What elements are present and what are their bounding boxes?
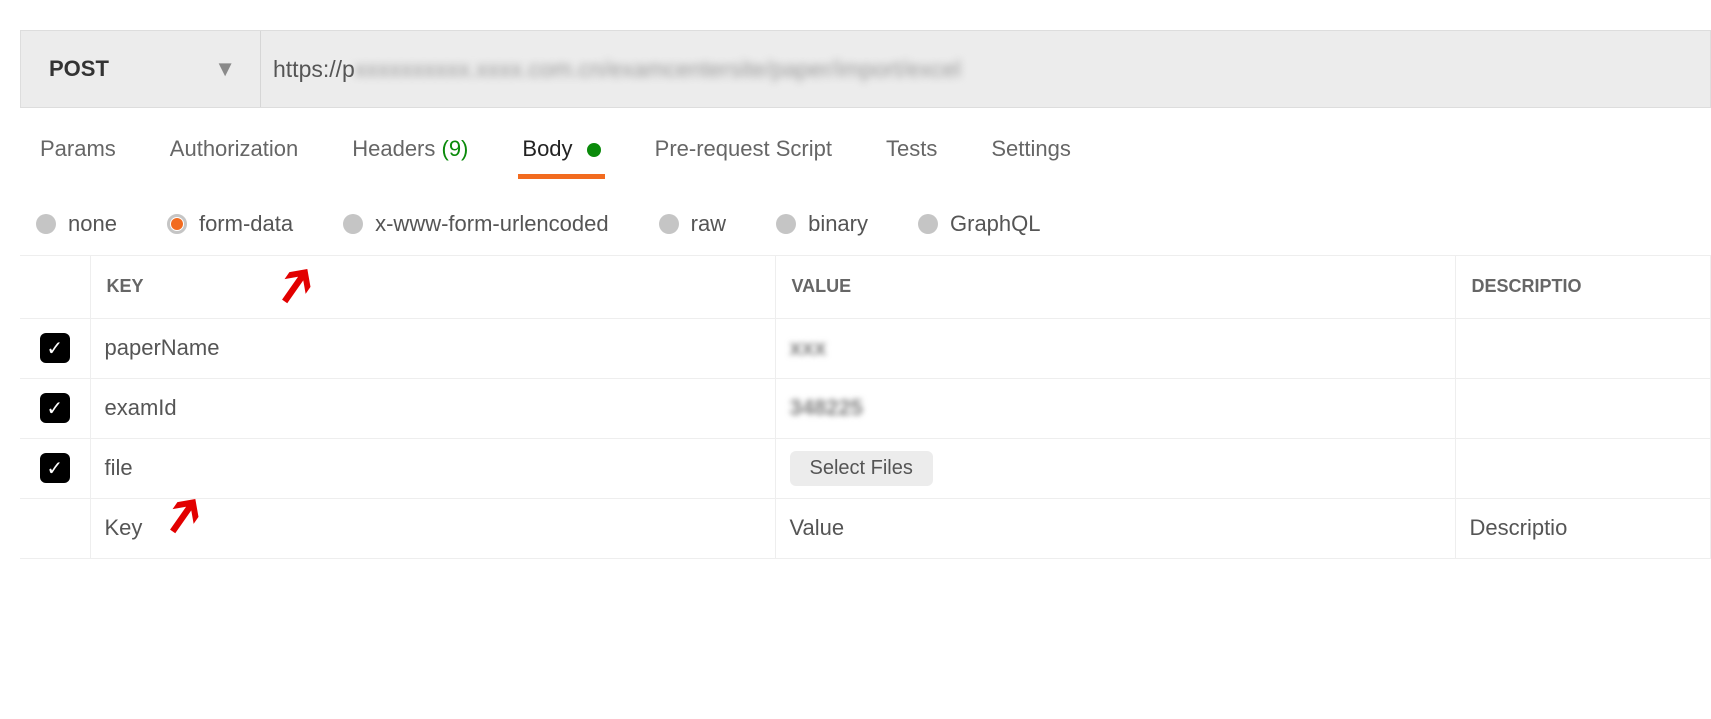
chevron-down-icon: ▼ xyxy=(214,56,236,82)
value-blurred: xxx xyxy=(790,335,827,360)
url-input[interactable]: https://pxxxxxxxxxx.xxxx.com.cn/examcent… xyxy=(261,31,973,107)
body-type-raw-label: raw xyxy=(691,211,726,237)
description-cell[interactable] xyxy=(1455,318,1711,378)
http-method-value: POST xyxy=(49,56,109,82)
body-type-none-label: none xyxy=(68,211,117,237)
table-header-key: KEY xyxy=(90,256,775,318)
tab-body[interactable]: Body xyxy=(518,136,604,179)
radio-icon xyxy=(659,214,679,234)
radio-icon xyxy=(776,214,796,234)
table-row-empty: Key Value Descriptio xyxy=(20,498,1711,558)
form-data-table: KEY VALUE DESCRIPTIO ✓ paperName xxx ✓ e… xyxy=(20,256,1711,559)
table-row: ✓ file Select Files xyxy=(20,438,1711,498)
key-cell[interactable]: file xyxy=(90,438,775,498)
empty-checkbox-cell xyxy=(20,498,90,558)
body-active-indicator-icon xyxy=(587,143,601,157)
table-header-checkbox xyxy=(20,256,90,318)
key-cell[interactable]: examId xyxy=(90,378,775,438)
table-row: ✓ paperName xxx xyxy=(20,318,1711,378)
request-bar: POST ▼ https://pxxxxxxxxxx.xxxx.com.cn/e… xyxy=(20,30,1711,108)
tab-authorization[interactable]: Authorization xyxy=(166,136,302,179)
http-method-dropdown[interactable]: POST ▼ xyxy=(21,31,261,107)
table-row: ✓ examId 348225 xyxy=(20,378,1711,438)
body-type-selector: none form-data x-www-form-urlencoded raw… xyxy=(36,211,1711,237)
row-checkbox[interactable]: ✓ xyxy=(40,333,70,363)
description-cell[interactable] xyxy=(1455,378,1711,438)
description-cell[interactable] xyxy=(1455,438,1711,498)
tab-headers-label: Headers xyxy=(352,136,435,161)
value-cell[interactable]: 348225 xyxy=(775,378,1455,438)
radio-icon xyxy=(343,214,363,234)
body-type-raw[interactable]: raw xyxy=(659,211,726,237)
table-header-description: DESCRIPTIO xyxy=(1455,256,1711,318)
body-type-form-data[interactable]: form-data xyxy=(167,211,293,237)
body-type-graphql[interactable]: GraphQL xyxy=(918,211,1041,237)
tab-tests[interactable]: Tests xyxy=(882,136,941,179)
request-tabs: Params Authorization Headers (9) Body Pr… xyxy=(36,136,1711,179)
radio-selected-icon xyxy=(167,214,187,234)
headers-count: (9) xyxy=(442,136,469,161)
row-checkbox[interactable]: ✓ xyxy=(40,453,70,483)
body-type-binary[interactable]: binary xyxy=(776,211,868,237)
url-prefix: https://p xyxy=(273,56,355,83)
tab-body-label: Body xyxy=(522,136,572,161)
value-placeholder[interactable]: Value xyxy=(775,498,1455,558)
url-blurred: xxxxxxxxxx.xxxx.com.cn/examcentersite/pa… xyxy=(355,56,961,83)
key-cell[interactable]: paperName xyxy=(90,318,775,378)
tab-headers[interactable]: Headers (9) xyxy=(348,136,472,179)
body-type-urlencoded-label: x-www-form-urlencoded xyxy=(375,211,609,237)
value-cell[interactable]: Select Files xyxy=(775,438,1455,498)
body-type-urlencoded[interactable]: x-www-form-urlencoded xyxy=(343,211,609,237)
tab-settings[interactable]: Settings xyxy=(987,136,1075,179)
radio-icon xyxy=(918,214,938,234)
tab-params[interactable]: Params xyxy=(36,136,120,179)
radio-icon xyxy=(36,214,56,234)
row-checkbox[interactable]: ✓ xyxy=(40,393,70,423)
body-type-binary-label: binary xyxy=(808,211,868,237)
body-type-graphql-label: GraphQL xyxy=(950,211,1041,237)
body-type-none[interactable]: none xyxy=(36,211,117,237)
body-type-form-data-label: form-data xyxy=(199,211,293,237)
table-header-value: VALUE xyxy=(775,256,1455,318)
value-cell[interactable]: xxx xyxy=(775,318,1455,378)
select-files-button[interactable]: Select Files xyxy=(790,451,933,486)
description-placeholder[interactable]: Descriptio xyxy=(1455,498,1711,558)
tab-prerequest[interactable]: Pre-request Script xyxy=(651,136,836,179)
value-blurred: 348225 xyxy=(790,395,863,420)
